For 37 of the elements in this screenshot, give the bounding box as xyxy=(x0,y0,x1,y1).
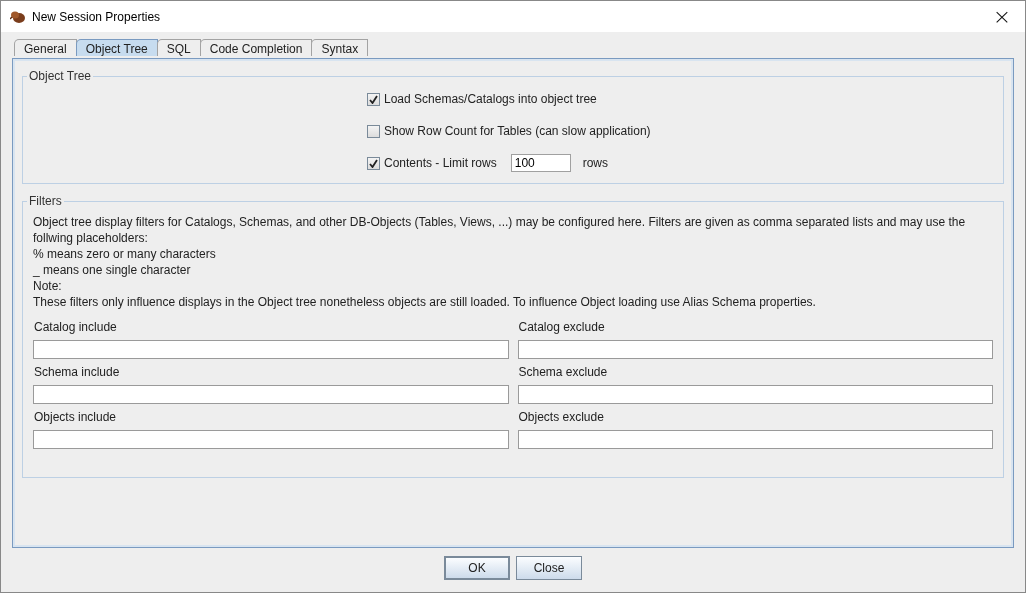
input-field[interactable] xyxy=(517,430,993,449)
close-button[interactable]: × xyxy=(979,1,1025,32)
checkbox[interactable] xyxy=(367,92,380,106)
checkbox[interactable] xyxy=(367,156,380,170)
input-field[interactable] xyxy=(33,430,509,449)
limit-field[interactable]: 100 xyxy=(510,154,571,172)
field-label: Objects include xyxy=(33,410,118,426)
unit-label: rows xyxy=(582,156,609,170)
field-label: Catalog include xyxy=(33,320,118,336)
description-text: % means zero or many characters xyxy=(33,246,217,262)
checkbox-label: Show Row Count for Tables (can slow application) xyxy=(384,124,651,138)
input-field[interactable] xyxy=(33,385,509,404)
input-field[interactable] xyxy=(517,340,993,359)
input-field[interactable] xyxy=(517,385,993,404)
dialog-button[interactable]: OK xyxy=(444,556,510,580)
description-text: _ means one single character xyxy=(33,262,192,278)
field-label: Catalog exclude xyxy=(517,320,606,336)
checkbox[interactable] xyxy=(367,124,380,138)
acorn-icon xyxy=(10,9,26,24)
tab[interactable]: Code Completion xyxy=(199,39,313,56)
group-title: Object Tree xyxy=(28,69,93,83)
tab[interactable]: Object Tree xyxy=(75,39,158,56)
window-title: New Session Properties xyxy=(32,9,162,24)
tab[interactable]: Syntax xyxy=(311,39,369,56)
checkbox-label: Contents - Limit rows xyxy=(384,156,497,170)
description-text: Object tree display filters for Catalogs, Schemas, and other DB-Objects (Tables, Views, ...) may be configured here. Filters are given as comma separated lists and may use the follwing placeholders: xyxy=(33,214,967,246)
field-label: Schema include xyxy=(33,365,121,381)
group-title: Filters xyxy=(28,194,63,208)
dialog-button[interactable]: Close xyxy=(516,556,582,580)
checkbox-label: Load Schemas/Catalogs into object tree xyxy=(384,92,597,106)
tab[interactable]: General xyxy=(14,39,77,56)
description-text: Note: xyxy=(33,278,63,294)
description-text: These filters only influence displays in the Object tree nonetheless objects are still loaded. To influence Object loading use Alias Schema properties. xyxy=(33,294,817,310)
field-label: Objects exclude xyxy=(517,410,605,426)
field-label: Schema exclude xyxy=(517,365,609,381)
input-field[interactable] xyxy=(33,340,509,359)
tab[interactable]: SQL xyxy=(156,39,201,56)
